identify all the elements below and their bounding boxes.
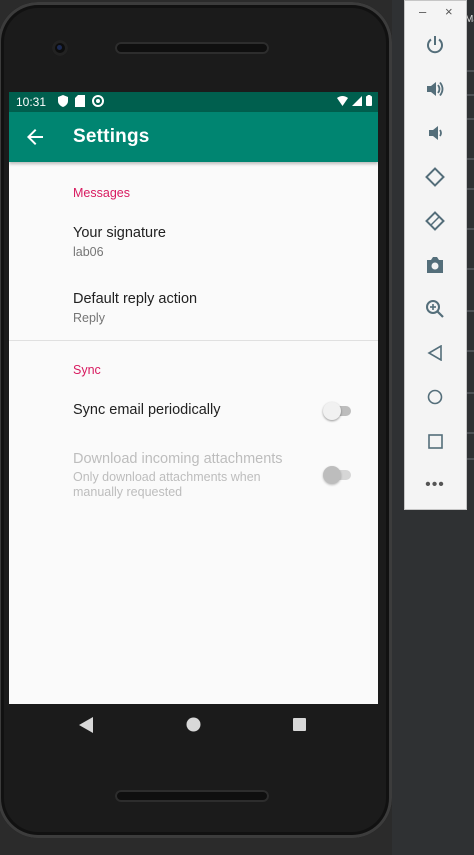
switch-thumb (323, 466, 341, 484)
battery-icon (366, 95, 372, 106)
page-title: Settings (73, 126, 150, 147)
download-attachments-switch (323, 464, 353, 484)
screenshot-button[interactable] (422, 252, 448, 278)
status-notification-icons (58, 95, 104, 107)
app-bar: Settings (9, 112, 378, 162)
overview-icon (427, 433, 443, 449)
category-messages: Messages (73, 186, 130, 200)
volume-up-button[interactable] (422, 76, 448, 102)
rotate-left-button[interactable] (422, 164, 448, 190)
home-icon (427, 389, 443, 405)
wifi-icon (337, 95, 348, 106)
status-bar: 10:31 (9, 92, 378, 112)
front-camera (52, 40, 68, 56)
pref-sync-email-periodically[interactable]: Sync email periodically (9, 392, 378, 432)
emu-overview-button[interactable] (422, 428, 448, 454)
nav-home-icon[interactable] (186, 717, 201, 732)
sd-card-icon (75, 95, 85, 107)
rotate-right-button[interactable] (422, 208, 448, 234)
back-icon (427, 345, 442, 361)
status-system-icons (337, 95, 372, 106)
more-button[interactable]: ••• (422, 472, 448, 498)
pref-summary: lab06 (73, 245, 104, 259)
section-divider (9, 340, 378, 341)
status-time: 10:31 (16, 95, 47, 109)
pref-title: Default reply action (73, 291, 198, 307)
volume-down-icon (429, 126, 442, 140)
close-button[interactable]: × (445, 4, 453, 19)
emu-home-button[interactable] (422, 384, 448, 410)
pref-title: Download incoming attachments (73, 451, 283, 467)
pref-default-reply-action[interactable]: Default reply action Reply (9, 282, 378, 332)
device-screen: 10:31 Settings Messages Your signature l… (9, 92, 378, 704)
category-sync: Sync (73, 363, 101, 377)
sync-email-switch[interactable] (323, 400, 353, 420)
pref-your-signature[interactable]: Your signature lab06 (9, 216, 378, 266)
top-speaker (115, 42, 269, 54)
pref-download-attachments: Download incoming attachments Only downl… (9, 448, 378, 504)
nav-back-icon[interactable] (79, 717, 93, 733)
zoom-button[interactable] (422, 296, 448, 322)
minimize-button[interactable]: – (419, 4, 426, 19)
pref-title: Sync email periodically (73, 402, 221, 418)
bottom-speaker (115, 790, 269, 802)
emulator-toolbar: – × ••• (404, 0, 467, 510)
switch-thumb (323, 402, 341, 420)
nav-overview-icon[interactable] (293, 718, 306, 731)
signal-icon (352, 95, 362, 106)
pref-summary: Reply (73, 311, 105, 325)
back-arrow-icon[interactable] (23, 125, 47, 149)
volume-down-button[interactable] (422, 120, 448, 146)
camera-icon (427, 257, 443, 273)
emu-back-button[interactable] (422, 340, 448, 366)
power-button[interactable] (422, 32, 448, 58)
data-saver-icon (92, 95, 104, 107)
pref-summary: Only download attachments when manually … (73, 470, 261, 499)
zoom-icon (426, 300, 444, 318)
navigation-bar (9, 704, 378, 748)
shield-icon (58, 95, 68, 107)
more-icon: ••• (425, 476, 445, 493)
power-icon (427, 36, 443, 54)
pref-title: Your signature (73, 225, 166, 241)
rotate-left-icon (425, 167, 445, 187)
volume-up-icon (427, 81, 444, 97)
rotate-right-icon (425, 211, 445, 231)
